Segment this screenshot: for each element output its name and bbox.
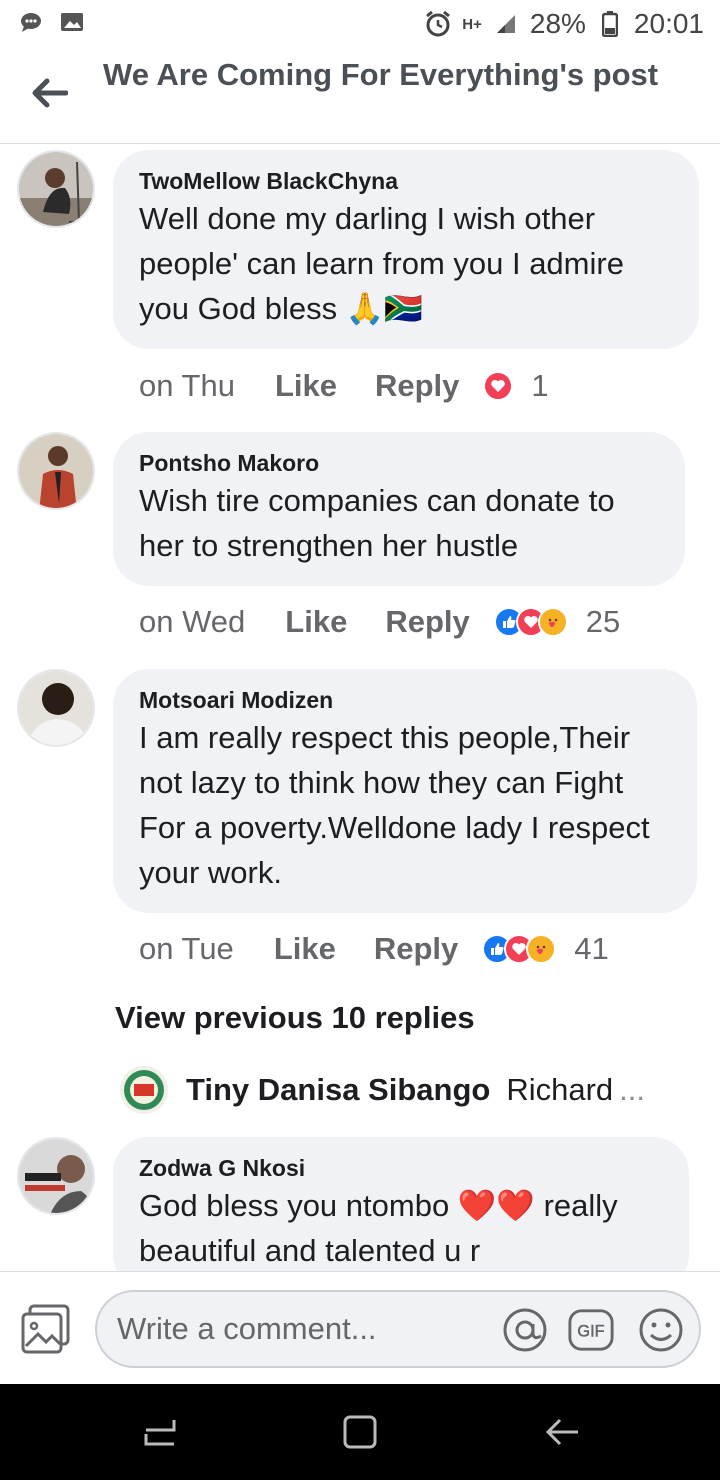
status-bar: H+ 28% 20:01 <box>0 0 720 48</box>
comment-text: Wish tire companies can donate to her to… <box>139 483 615 563</box>
mention-button[interactable] <box>501 1306 549 1354</box>
gif-icon: GIF <box>568 1309 614 1351</box>
reactions[interactable] <box>483 371 514 401</box>
network-type: H+ <box>462 15 482 33</box>
latest-reply[interactable]: Tiny Danisa Sibango Richard ... <box>120 1066 700 1114</box>
reply-button[interactable]: Reply <box>375 368 459 404</box>
avatar[interactable] <box>17 669 95 747</box>
like-button[interactable]: Like <box>274 931 336 967</box>
comment-input-wrap: GIF <box>95 1290 701 1368</box>
comment-bubble[interactable]: Zodwa G Nkosi God bless you ntombo ❤️❤️ … <box>113 1137 689 1271</box>
back-icon <box>545 1418 578 1446</box>
avatar[interactable] <box>17 432 95 510</box>
reply-button[interactable]: Reply <box>374 931 458 967</box>
comment-author[interactable]: TwoMellow BlackChyna <box>139 166 673 196</box>
comment-text: Well done my darling I wish other people… <box>139 201 624 326</box>
comment-bubble[interactable]: Pontsho Makoro Wish tire companies can d… <box>113 432 685 586</box>
reply-author[interactable]: Tiny Danisa Sibango <box>186 1072 490 1108</box>
battery-percent: 28% <box>529 8 586 39</box>
comment-bubble[interactable]: TwoMellow BlackChyna Well done my darlin… <box>113 150 699 349</box>
reaction-count[interactable]: 25 <box>586 604 620 640</box>
comment-bubble[interactable]: Motsoari Modizen I am really respect thi… <box>113 669 697 913</box>
comment-actions: on Tue Like Reply 41 <box>139 931 609 967</box>
comment-input[interactable] <box>117 1292 497 1366</box>
avatar[interactable] <box>17 150 95 228</box>
back-button[interactable] <box>26 70 72 116</box>
care-reaction-icon <box>537 607 568 637</box>
reaction-count[interactable]: 41 <box>574 931 608 967</box>
comment-time[interactable]: on Wed <box>139 604 245 640</box>
comment-author[interactable]: Pontsho Makoro <box>139 448 659 478</box>
like-button[interactable]: Like <box>285 604 347 640</box>
reply-button[interactable]: Reply <box>385 604 469 640</box>
comment-author[interactable]: Zodwa G Nkosi <box>139 1153 663 1183</box>
comment-actions: on Wed Like Reply 25 <box>139 604 620 640</box>
comment-composer: GIF <box>0 1271 720 1384</box>
reactions[interactable] <box>493 607 568 637</box>
back-nav-button[interactable] <box>542 1412 582 1452</box>
comment-actions: on Thu Like Reply 1 <box>139 368 549 404</box>
comment-time[interactable]: on Tue <box>139 931 234 967</box>
battery-icon <box>596 11 624 37</box>
reaction-count[interactable]: 1 <box>531 368 548 404</box>
mention-icon <box>503 1308 547 1352</box>
emoji-button[interactable] <box>637 1306 685 1354</box>
comment-author[interactable]: Motsoari Modizen <box>139 685 671 715</box>
page-title: We Are Coming For Everything's post <box>103 57 659 92</box>
reply-ellipsis: ... <box>619 1072 645 1107</box>
home-button[interactable] <box>340 1412 380 1452</box>
system-nav-bar <box>0 1384 720 1480</box>
svg-text:GIF: GIF <box>577 1323 604 1341</box>
avatar[interactable] <box>17 1137 95 1215</box>
clock: 20:01 <box>633 8 704 39</box>
comment-time[interactable]: on Thu <box>139 368 235 404</box>
avatar[interactable] <box>120 1066 168 1114</box>
emoji-icon <box>639 1308 683 1352</box>
like-button[interactable]: Like <box>275 368 337 404</box>
app-header: We Are Coming For Everything's post <box>0 48 720 144</box>
recents-icon <box>144 1420 176 1446</box>
reply-text: Richard <box>506 1072 614 1107</box>
photo-icon <box>21 1304 70 1354</box>
recents-button[interactable] <box>140 1412 180 1452</box>
chat-bubble-icon <box>18 10 46 34</box>
gif-button[interactable]: GIF <box>567 1306 615 1354</box>
home-icon <box>343 1415 377 1449</box>
reactions[interactable] <box>482 934 557 964</box>
love-reaction-icon <box>483 371 514 401</box>
photo-button[interactable] <box>20 1302 72 1354</box>
arrow-left-icon <box>32 78 68 108</box>
comment-text: I am really respect this people,Their no… <box>139 720 650 890</box>
view-previous-replies-link[interactable]: View previous 10 replies <box>115 1000 475 1036</box>
comments-feed[interactable]: TwoMellow BlackChyna Well done my darlin… <box>0 144 720 1271</box>
signal-icon <box>492 12 520 36</box>
image-icon <box>58 10 86 34</box>
alarm-icon <box>424 10 452 37</box>
comment-text: God bless you ntombo ❤️❤️ really beautif… <box>139 1188 618 1268</box>
care-reaction-icon <box>526 934 557 964</box>
